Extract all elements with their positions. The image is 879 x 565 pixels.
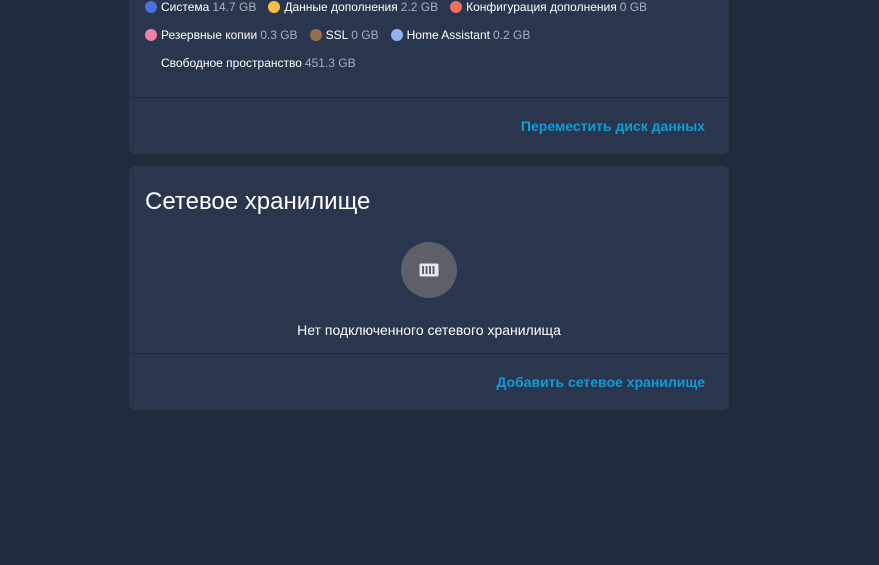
legend-item-system: Система 14.7 GB <box>145 0 256 14</box>
legend-dot-ssl <box>309 29 322 41</box>
legend-size: 14.7 GB <box>212 0 257 14</box>
legend-size: 0.2 GB <box>492 28 531 42</box>
legend-label: Данные дополнения <box>284 0 398 14</box>
free-space-size: 451.3 GB <box>304 56 356 70</box>
legend-label: Конфигурация дополнения <box>466 0 617 14</box>
legend-label: SSL <box>325 28 349 42</box>
legend-label: Система <box>161 0 210 14</box>
legend-item-home-assistant: Home Assistant 0.2 GB <box>390 28 531 42</box>
legend-item-addon-config: Конфигурация дополнения 0 GB <box>450 0 647 14</box>
legend-size: 0 GB <box>619 0 648 14</box>
card-title: Сетевое хранилище <box>145 188 371 215</box>
network-card-divider <box>129 353 729 354</box>
legend-label: Home Assistant <box>406 28 490 42</box>
legend-dot-backups <box>145 29 157 41</box>
legend-dot-addon-data <box>268 1 281 13</box>
legend-size: 2.2 GB <box>400 0 439 14</box>
nas-icon <box>401 242 457 298</box>
empty-state-text: Нет подключенного сетевого хранилища <box>297 322 561 338</box>
legend-dot-system <box>145 1 157 13</box>
legend-dot-addon-config <box>450 1 463 13</box>
storage-legend-row-1: Система 14.7 GB Данные дополнения 2.2 GB… <box>145 0 659 14</box>
add-network-storage-button[interactable]: Добавить сетевое хранилище <box>496 374 705 390</box>
network-storage-card: Сетевое хранилище Нет подключенного сете… <box>129 166 729 410</box>
legend-size: 0.3 GB <box>260 28 298 42</box>
legend-label: Резервные копии <box>161 28 258 42</box>
legend-item-ssl: SSL 0 GB <box>309 28 379 42</box>
storage-card-divider <box>129 97 729 98</box>
storage-card: Система 14.7 GB Данные дополнения 2.2 GB… <box>129 0 729 154</box>
free-space-label: Свободное пространство <box>161 56 302 70</box>
page: Система 14.7 GB Данные дополнения 2.2 GB… <box>0 0 879 565</box>
move-data-disk-button[interactable]: Переместить диск данных <box>521 118 705 134</box>
storage-free-space: Свободное пространство 451.3 GB <box>161 56 356 70</box>
storage-legend-row-2: Резервные копии 0.3 GB SSL 0 GB Home Ass… <box>145 28 542 42</box>
legend-item-addon-data: Данные дополнения 2.2 GB <box>268 0 438 14</box>
legend-dot-home-assistant <box>390 29 403 41</box>
legend-item-backups: Резервные копии 0.3 GB <box>145 28 298 42</box>
legend-size: 0 GB <box>351 28 379 42</box>
